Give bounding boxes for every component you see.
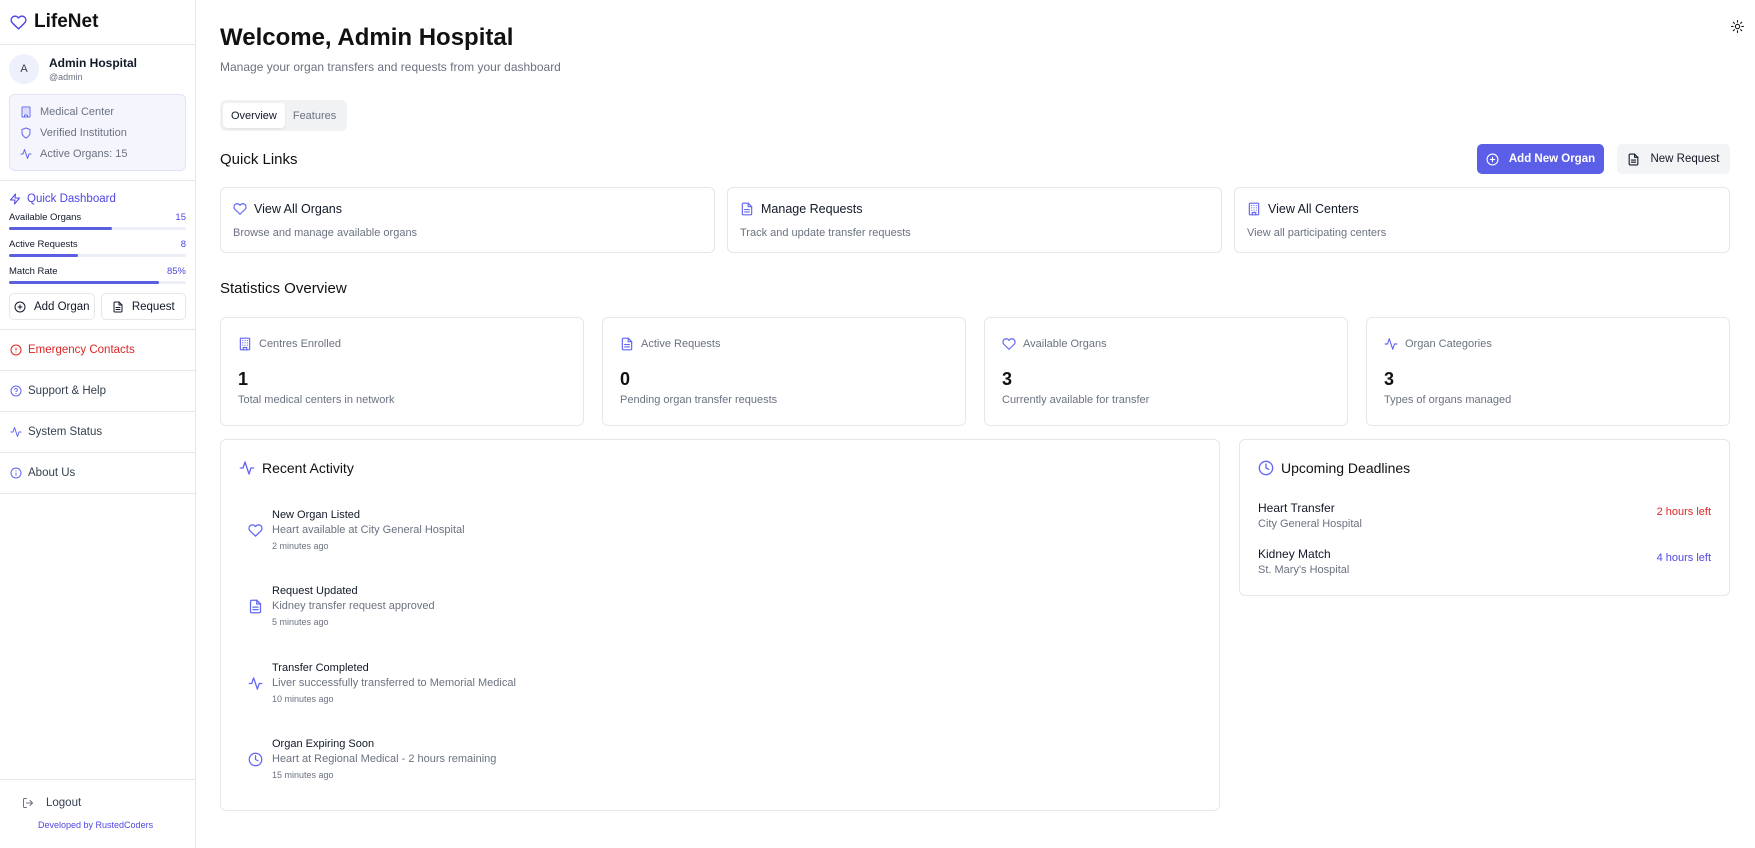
quick-link-view-centers[interactable]: View All Centers View all participating … — [1234, 187, 1730, 253]
help-circle-icon — [10, 385, 22, 397]
building-icon — [238, 337, 252, 351]
nav-emergency-contacts[interactable]: Emergency Contacts — [0, 330, 195, 371]
plus-circle-icon — [14, 301, 26, 313]
alert-circle-icon — [10, 344, 22, 356]
stat-available-organs: Available Organs 15 — [9, 212, 186, 230]
stat-value: 1 — [238, 369, 249, 389]
new-request-button[interactable]: New Request — [1617, 144, 1730, 174]
tab-list: Overview Features — [220, 100, 348, 131]
heart-icon — [1002, 337, 1016, 351]
time-left: 2 hours left — [1656, 506, 1711, 518]
activity-icon — [239, 460, 255, 476]
document-icon — [112, 301, 124, 313]
logout-button[interactable]: Logout — [0, 780, 195, 809]
time-left: 4 hours left — [1656, 552, 1711, 564]
activity-icon — [10, 426, 22, 438]
avatar: A — [9, 54, 39, 84]
add-organ-button[interactable]: Add Organ — [9, 293, 95, 320]
quick-link-manage-requests[interactable]: Manage Requests Track and update transfe… — [727, 187, 1222, 253]
progress-bar — [9, 254, 186, 257]
activity-icon — [247, 662, 263, 704]
statistics-title: Statistics Overview — [220, 280, 347, 297]
stat-value: 0 — [620, 369, 631, 389]
nav-support-help[interactable]: Support & Help — [0, 371, 195, 412]
stat-card-requests: Active Requests 0 Pending organ transfer… — [602, 317, 966, 426]
stat-card-organs: Available Organs 3 Currently available f… — [984, 317, 1348, 426]
building-icon — [20, 106, 32, 118]
nav-system-status[interactable]: System Status — [0, 412, 195, 453]
clock-icon — [247, 738, 263, 780]
progress-bar — [9, 281, 186, 284]
active-organs-count: Active Organs: 15 — [20, 143, 175, 164]
request-button[interactable]: Request — [100, 293, 186, 320]
heart-icon — [233, 202, 247, 216]
brand-name: LifeNet — [34, 11, 99, 32]
tab-overview[interactable]: Overview — [223, 103, 285, 128]
info-icon — [10, 467, 22, 479]
stat-value: 3 — [1384, 369, 1395, 389]
profile-username: @admin — [49, 72, 83, 82]
main-content: Welcome, Admin Hospital Manage your orga… — [196, 0, 1755, 848]
quick-link-view-organs[interactable]: View All Organs Browse and manage availa… — [220, 187, 715, 253]
heart-icon — [247, 509, 263, 551]
progress-fill — [9, 254, 79, 257]
sun-icon[interactable] — [1731, 20, 1744, 33]
page-title: Welcome, Admin Hospital — [220, 24, 514, 51]
tab-features[interactable]: Features — [285, 103, 344, 128]
document-icon — [1627, 153, 1640, 166]
progress-fill — [9, 281, 160, 284]
activity-item: Transfer Completed Liver successfully tr… — [247, 662, 516, 704]
quick-links-title: Quick Links — [220, 151, 298, 168]
verification-status: Verified Institution — [20, 122, 175, 143]
user-profile: A Admin Hospital @admin — [0, 45, 195, 89]
institution-type: Medical Center — [20, 101, 175, 122]
nav-about-us[interactable]: About Us — [0, 453, 195, 494]
quick-dashboard: Quick Dashboard Available Organs 15 Activ… — [0, 181, 195, 326]
document-icon — [620, 337, 634, 351]
document-icon — [740, 202, 754, 216]
heart-icon — [10, 14, 27, 31]
activity-icon — [1384, 337, 1398, 351]
institution-info: Medical Center Verified Institution Acti… — [9, 94, 186, 171]
activity-icon — [20, 148, 32, 160]
progress-fill — [9, 227, 112, 230]
upcoming-deadlines-card: Upcoming Deadlines Heart Transfer City G… — [1239, 439, 1730, 596]
stat-active-requests: Active Requests 8 — [9, 239, 186, 257]
lightning-icon — [9, 193, 21, 205]
deadline-item[interactable]: Kidney Match St. Mary's Hospital 4 hours… — [1258, 547, 1711, 576]
sidebar-footer: Logout Developed by RustedCoders — [0, 779, 195, 848]
clock-icon — [1258, 460, 1274, 476]
stat-card-centres: Centres Enrolled 1 Total medical centers… — [220, 317, 584, 426]
building-icon — [1247, 202, 1261, 216]
brand[interactable]: LifeNet — [0, 0, 195, 45]
stat-card-categories: Organ Categories 3 Types of organs manag… — [1366, 317, 1730, 426]
stat-value: 3 — [1002, 369, 1013, 389]
document-icon — [247, 585, 263, 627]
profile-name: Admin Hospital — [49, 56, 138, 70]
recent-activity-card: Recent Activity New Organ Listed Heart a… — [220, 439, 1220, 811]
sidebar: LifeNet A Admin Hospital @admin Medical … — [0, 0, 196, 848]
activity-item: New Organ Listed Heart available at City… — [247, 509, 465, 551]
activity-item: Organ Expiring Soon Heart at Regional Me… — [247, 738, 496, 780]
page-subtitle: Manage your organ transfers and requests… — [220, 60, 561, 74]
logout-icon — [22, 797, 34, 809]
stat-match-rate: Match Rate 85% — [9, 266, 186, 284]
progress-bar — [9, 227, 186, 230]
developer-credit[interactable]: Developed by RustedCoders — [0, 809, 195, 830]
shield-icon — [20, 127, 32, 139]
activity-item: Request Updated Kidney transfer request … — [247, 585, 435, 627]
deadline-item[interactable]: Heart Transfer City General Hospital 2 h… — [1258, 501, 1711, 530]
quick-dashboard-title[interactable]: Quick Dashboard — [9, 193, 186, 205]
add-new-organ-button[interactable]: Add New Organ — [1477, 144, 1604, 174]
plus-circle-icon — [1486, 153, 1499, 166]
